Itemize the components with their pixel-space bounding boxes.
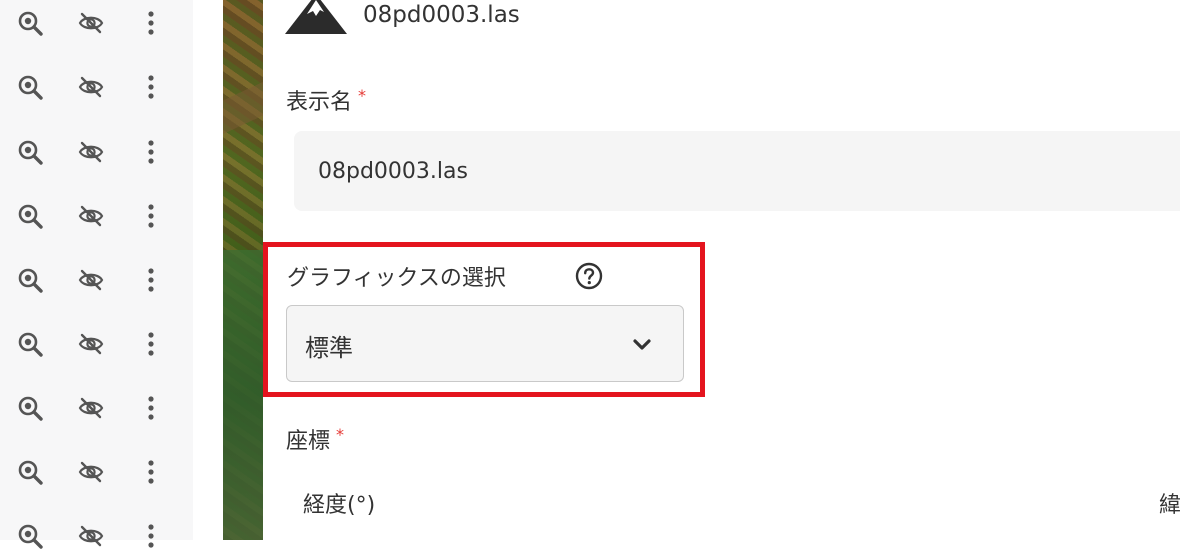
more-vertical-icon[interactable] (138, 139, 164, 165)
more-vertical-icon[interactable] (138, 267, 164, 293)
layer-list-panel (0, 0, 193, 549)
question-circle-icon[interactable] (575, 262, 603, 290)
eye-off-icon[interactable] (78, 459, 104, 485)
chevron-down-icon (633, 339, 651, 350)
layer-file-name: 08pd0003.las (363, 2, 520, 28)
graphics-select-value: 標準 (305, 334, 353, 362)
eye-off-icon[interactable] (78, 395, 104, 421)
eye-off-icon[interactable] (78, 523, 104, 549)
layer-row (0, 129, 193, 169)
panel-gap (193, 0, 223, 540)
required-mark: * (336, 424, 345, 444)
display-name-label-text: 表示名 (286, 90, 353, 115)
eye-off-icon[interactable] (78, 203, 104, 229)
eye-off-icon[interactable] (78, 267, 104, 293)
more-vertical-icon[interactable] (138, 459, 164, 485)
eye-off-icon[interactable] (78, 10, 104, 36)
layer-row (0, 64, 193, 104)
more-vertical-icon[interactable] (138, 395, 164, 421)
graphics-select-label: グラフィックスの選択 (287, 266, 506, 291)
zoom-in-icon[interactable] (17, 139, 43, 165)
more-vertical-icon[interactable] (138, 331, 164, 357)
zoom-in-icon[interactable] (17, 74, 43, 100)
layer-row (0, 0, 193, 40)
layer-row (0, 449, 193, 489)
latitude-label: 緯 (1159, 493, 1180, 518)
zoom-in-icon[interactable] (17, 395, 43, 421)
longitude-label: 経度(°) (303, 493, 376, 518)
layer-row (0, 321, 193, 361)
zoom-in-icon[interactable] (17, 523, 43, 549)
more-vertical-icon[interactable] (138, 523, 164, 549)
zoom-in-icon[interactable] (17, 10, 43, 36)
zoom-in-icon[interactable] (17, 331, 43, 357)
eye-off-icon[interactable] (78, 139, 104, 165)
more-vertical-icon[interactable] (138, 203, 164, 229)
layer-row (0, 513, 193, 553)
eye-off-icon[interactable] (78, 74, 104, 100)
mountain-icon (285, 0, 347, 34)
required-mark: * (358, 85, 367, 105)
more-vertical-icon[interactable] (138, 74, 164, 100)
map-view[interactable] (223, 0, 263, 540)
display-name-input[interactable] (294, 131, 1180, 211)
zoom-in-icon[interactable] (17, 459, 43, 485)
more-vertical-icon[interactable] (138, 10, 164, 36)
display-name-label: 表示名 * (286, 84, 366, 116)
zoom-in-icon[interactable] (17, 203, 43, 229)
coordinates-label: 座標 * (286, 423, 344, 455)
zoom-in-icon[interactable] (17, 267, 43, 293)
layer-row (0, 385, 193, 425)
layer-row (0, 193, 193, 233)
layer-properties-form: 08pd0003.las 表示名* グラフィックスの選択 標準 座標* 経度(°… (263, 0, 1180, 540)
coordinates-label-text: 座標 (286, 429, 331, 454)
eye-off-icon[interactable] (78, 331, 104, 357)
layer-row (0, 257, 193, 297)
graphics-select[interactable]: 標準 (286, 305, 684, 382)
